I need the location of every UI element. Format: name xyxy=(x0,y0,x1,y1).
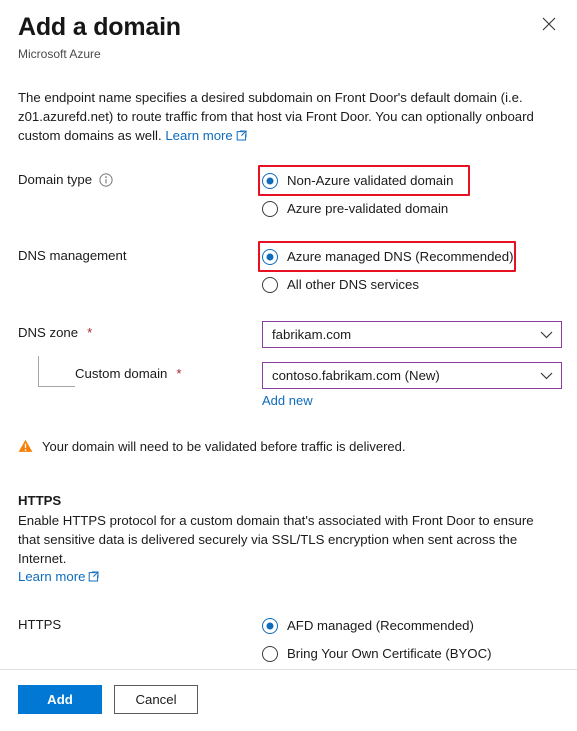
panel-footer: Add Cancel xyxy=(0,669,577,731)
radio-indicator xyxy=(262,618,278,634)
dns-management-label-wrap: DNS management xyxy=(18,244,262,266)
domain-type-label: Domain type xyxy=(18,172,93,187)
domain-type-options: Non-Azure validated domain Azure pre-val… xyxy=(258,165,559,222)
https-section-description: Enable HTTPS protocol for a custom domai… xyxy=(18,513,534,566)
radio-indicator xyxy=(262,277,278,293)
custom-domain-value: contoso.fabrikam.com (New) xyxy=(272,368,440,383)
field-dns-management: DNS management Azure managed DNS (Recomm… xyxy=(18,241,559,298)
dns-zone-label: DNS zone xyxy=(18,325,79,340)
validation-warning: Your domain will need to be validated be… xyxy=(18,438,559,458)
radio-indicator xyxy=(262,646,278,662)
dns-zone-select[interactable]: fabrikam.com xyxy=(262,321,562,348)
close-icon xyxy=(542,17,556,31)
add-domain-panel: Add a domain Microsoft Azure The endpoin… xyxy=(0,0,577,731)
cancel-button[interactable]: Cancel xyxy=(114,685,198,714)
add-button[interactable]: Add xyxy=(18,685,102,714)
https-section-title: HTTPS xyxy=(18,493,62,508)
radio-indicator xyxy=(262,201,278,217)
intro-learn-more-link[interactable]: Learn more xyxy=(165,128,232,143)
radio-label: Bring Your Own Certificate (BYOC) xyxy=(287,646,492,661)
dns-zone-control: fabrikam.com xyxy=(262,321,562,348)
radio-non-azure-validated-domain[interactable]: Non-Azure validated domain xyxy=(262,168,559,194)
dns-management-options: Azure managed DNS (Recommended) All othe… xyxy=(258,241,559,298)
custom-domain-label: Custom domain xyxy=(75,366,168,381)
dns-zone-value: fabrikam.com xyxy=(272,327,352,342)
external-link-icon xyxy=(236,127,247,146)
radio-label: Azure managed DNS (Recommended) xyxy=(287,249,514,264)
radio-label: AFD managed (Recommended) xyxy=(287,618,474,633)
chevron-down-icon xyxy=(540,368,553,383)
radio-indicator xyxy=(262,173,278,189)
https-label: HTTPS xyxy=(18,617,62,632)
radio-afd-managed[interactable]: AFD managed (Recommended) xyxy=(262,613,559,639)
custom-domain-select[interactable]: contoso.fabrikam.com (New) xyxy=(262,362,562,389)
radio-label: Azure pre-validated domain xyxy=(287,201,449,216)
dns-management-label: DNS management xyxy=(18,248,127,263)
radio-azure-managed-dns[interactable]: Azure managed DNS (Recommended) xyxy=(262,244,559,270)
required-marker: * xyxy=(176,366,182,381)
radio-label: All other DNS services xyxy=(287,277,419,292)
intro-text: The endpoint name specifies a desired su… xyxy=(18,90,534,143)
panel-header: Add a domain Microsoft Azure xyxy=(0,0,577,62)
field-custom-domain: Custom domain * contoso.fabrikam.com (New… xyxy=(18,356,562,410)
close-button[interactable] xyxy=(535,10,563,38)
field-domain-type: Domain type Non-Azure validated domain A… xyxy=(18,165,559,222)
domain-form: Domain type Non-Azure validated domain A… xyxy=(18,165,562,714)
custom-domain-control: contoso.fabrikam.com (New) Add new xyxy=(262,356,562,410)
custom-domain-label-wrap: Custom domain * xyxy=(18,356,262,384)
add-new-link[interactable]: Add new xyxy=(262,393,313,408)
page-subtitle: Microsoft Azure xyxy=(18,47,101,61)
https-options: AFD managed (Recommended) Bring Your Own… xyxy=(262,613,559,667)
chevron-down-icon xyxy=(540,327,553,342)
radio-azure-pre-validated-domain[interactable]: Azure pre-validated domain xyxy=(262,196,559,222)
radio-all-other-dns-services[interactable]: All other DNS services xyxy=(262,272,559,298)
radio-bring-your-own-certificate[interactable]: Bring Your Own Certificate (BYOC) xyxy=(262,641,559,667)
external-link-icon xyxy=(88,569,99,587)
panel-body: The endpoint name specifies a desired su… xyxy=(0,88,577,714)
info-icon[interactable] xyxy=(99,173,113,187)
field-dns-zone: DNS zone * fabrikam.com xyxy=(18,321,562,348)
intro-paragraph: The endpoint name specifies a desired su… xyxy=(18,88,548,146)
radio-label: Non-Azure validated domain xyxy=(287,173,454,188)
validation-warning-text: Your domain will need to be validated be… xyxy=(42,439,406,454)
dns-zone-label-wrap: DNS zone * xyxy=(18,321,262,343)
warning-triangle-icon xyxy=(18,439,33,458)
domain-type-label-wrap: Domain type xyxy=(18,168,262,190)
required-marker: * xyxy=(87,325,93,340)
radio-indicator xyxy=(262,249,278,265)
page-title: Add a domain xyxy=(18,13,181,41)
field-https: HTTPS AFD managed (Recommended) Bring Yo… xyxy=(18,613,559,667)
https-label-wrap: HTTPS xyxy=(18,613,262,635)
https-learn-more-link[interactable]: Learn more xyxy=(18,569,85,584)
